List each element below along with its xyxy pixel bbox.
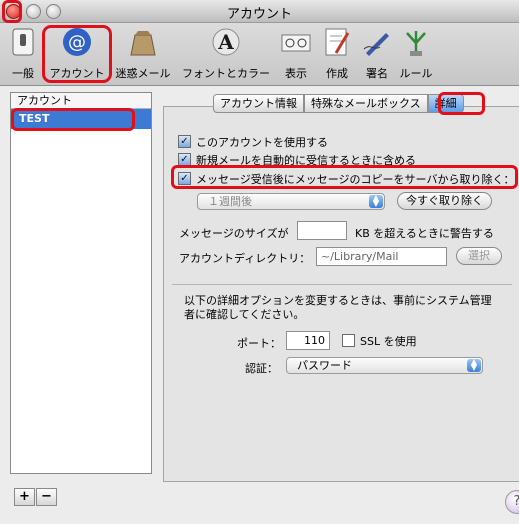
toolbar-composing[interactable]: 作成	[320, 26, 354, 82]
use-ssl-checkbox[interactable]: SSL を使用	[342, 333, 417, 348]
popup-arrows-icon: ▲ ▼	[467, 358, 481, 372]
use-account-checkbox[interactable]: ✓ このアカウントを使用する	[178, 134, 328, 149]
composing-icon	[325, 28, 350, 56]
checkbox-empty-icon	[342, 334, 355, 347]
help-icon[interactable]: ?	[505, 490, 519, 514]
admin-note: 以下の詳細オプションを変更するときは、事前にシステム管理者に確認してください。	[184, 294, 492, 321]
account-list[interactable]: アカウント TEST	[10, 92, 152, 474]
toolbar-rules[interactable]: ルール	[398, 26, 434, 82]
size-limit-field[interactable]	[297, 221, 347, 240]
toolbar-junk-mail[interactable]: 迷惑メール	[114, 26, 172, 82]
toolbar-general[interactable]: 一般	[6, 26, 40, 82]
divider	[172, 284, 512, 285]
toolbar-viewing[interactable]: 表示	[279, 26, 313, 82]
size-limit-label: メッセージのサイズが	[179, 227, 289, 240]
popup-arrows-icon: ▲ ▼	[369, 194, 383, 208]
checkmark-icon: ✓	[178, 135, 191, 148]
add-account-button[interactable]: +	[14, 488, 35, 506]
remove-now-button[interactable]: 今すぐ取り除く	[397, 192, 492, 210]
highlight-close	[2, 0, 22, 23]
window-title: アカウント	[226, 7, 292, 22]
general-switch-icon	[12, 28, 34, 56]
svg-text:A: A	[217, 30, 234, 54]
font-a-icon: A	[212, 28, 240, 56]
auth-popup[interactable]: パスワード ▲ ▼	[286, 357, 483, 374]
signature-pen-icon	[363, 33, 389, 56]
size-limit-suffix: KB を超えるときに警告する	[355, 227, 494, 240]
title-bar: アカウント	[0, 0, 519, 23]
account-directory-label: アカウントディレクトリ：	[179, 252, 311, 265]
toolbar-fonts-colors[interactable]: A フォントとカラー	[181, 26, 271, 82]
rules-icon	[406, 31, 426, 56]
junk-mail-bag-icon	[130, 31, 156, 56]
viewing-icon	[281, 34, 311, 52]
auth-label: 認証：	[245, 362, 278, 375]
remove-account-button[interactable]: −	[36, 488, 57, 506]
port-field[interactable]: 110	[286, 331, 330, 350]
tab-account-info[interactable]: アカウント情報	[213, 94, 304, 113]
remove-period-popup[interactable]: １週間後 ▲ ▼	[197, 193, 385, 210]
account-list-header: アカウント	[11, 93, 151, 109]
account-directory-field[interactable]: ~/Library/Mail	[316, 247, 447, 266]
highlight-remove-copy	[171, 165, 518, 189]
choose-directory-button[interactable]: 選択	[456, 247, 502, 265]
port-label: ポート：	[237, 337, 281, 350]
highlight-test-account	[11, 108, 135, 131]
highlight-accounts-toolbar	[42, 25, 112, 83]
tab-bar: アカウント情報 特殊なメールボックス 詳細	[213, 94, 464, 113]
highlight-advanced-tab	[438, 92, 485, 115]
tab-special-mailboxes[interactable]: 特殊なメールボックス	[304, 94, 428, 113]
toolbar-signatures[interactable]: 署名	[360, 26, 394, 82]
